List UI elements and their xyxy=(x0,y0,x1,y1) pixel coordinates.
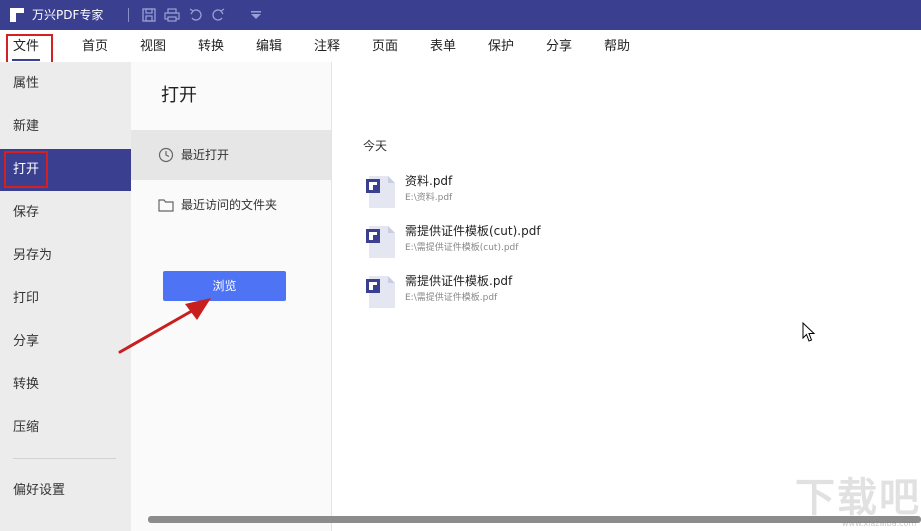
menu-edit[interactable]: 编辑 xyxy=(256,38,282,55)
watermark-logo: 下载吧 xyxy=(795,475,921,521)
menu-share[interactable]: 分享 xyxy=(546,38,572,55)
file-path: E:\需提供证件模板.pdf xyxy=(405,293,498,303)
option-recent-open[interactable]: 最近打开 xyxy=(131,130,331,180)
option-recent-folders[interactable]: 最近访问的文件夹 xyxy=(131,180,331,230)
sidebar-item-new[interactable]: 新建 xyxy=(0,106,131,148)
save-icon[interactable] xyxy=(141,7,157,23)
menu-home[interactable]: 首页 xyxy=(82,38,108,55)
recent-file-item[interactable]: 需提供证件模板(cut).pdf E:\需提供证件模板(cut).pdf xyxy=(363,224,663,265)
titlebar-divider xyxy=(128,8,129,22)
clock-icon xyxy=(158,147,174,163)
app-logo-icon xyxy=(10,8,24,22)
sidebar-divider xyxy=(13,458,116,459)
file-name: 资料.pdf xyxy=(405,174,453,188)
file-name: 需提供证件模板(cut).pdf xyxy=(405,224,541,238)
customize-dropdown-icon[interactable] xyxy=(248,7,264,23)
menu-convert[interactable]: 转换 xyxy=(198,38,224,55)
menu-comment[interactable]: 注释 xyxy=(314,38,340,55)
watermark-url: www.xiazaiba.com xyxy=(842,519,917,528)
sidebar-item-properties[interactable]: 属性 xyxy=(0,63,131,105)
file-path: E:\需提供证件模板(cut).pdf xyxy=(405,243,519,253)
menu-page[interactable]: 页面 xyxy=(372,38,398,55)
menu-help[interactable]: 帮助 xyxy=(604,38,630,55)
title-bar: 万兴PDF专家 xyxy=(0,0,921,30)
recent-file-item[interactable]: 需提供证件模板.pdf E:\需提供证件模板.pdf xyxy=(363,274,663,315)
pdf-file-icon xyxy=(366,176,395,208)
menu-bar: 文件 首页 视图 转换 编辑 注释 页面 表单 保护 分享 帮助 xyxy=(0,30,921,62)
folder-icon xyxy=(158,199,174,212)
app-title: 万兴PDF专家 xyxy=(32,8,104,22)
mouse-cursor-icon xyxy=(802,322,816,342)
sidebar-item-save[interactable]: 保存 xyxy=(0,192,131,234)
open-item-highlight xyxy=(4,151,48,188)
sidebar-item-print[interactable]: 打印 xyxy=(0,278,131,320)
sidebar-item-share[interactable]: 分享 xyxy=(0,321,131,363)
sidebar-item-convert[interactable]: 转换 xyxy=(0,364,131,406)
option-recent-folders-label: 最近访问的文件夹 xyxy=(181,198,278,212)
sidebar-item-compress[interactable]: 压缩 xyxy=(0,407,131,449)
menu-form[interactable]: 表单 xyxy=(430,38,456,55)
annotation-arrow-icon xyxy=(118,298,211,354)
file-menu-highlight xyxy=(6,34,53,64)
menu-protect[interactable]: 保护 xyxy=(488,38,514,55)
recent-file-item[interactable]: 资料.pdf E:\资料.pdf xyxy=(363,174,663,215)
option-recent-open-label: 最近打开 xyxy=(181,148,230,162)
file-name: 需提供证件模板.pdf xyxy=(405,274,513,288)
file-sidebar: 属性 新建 打开 保存 另存为 打印 分享 转换 压缩 偏好设置 xyxy=(0,62,131,531)
file-path: E:\资料.pdf xyxy=(405,193,453,203)
recent-section-today: 今天 xyxy=(363,139,388,153)
pdf-file-icon xyxy=(366,276,395,308)
undo-icon[interactable] xyxy=(188,7,204,23)
sidebar-item-save-as[interactable]: 另存为 xyxy=(0,235,131,277)
print-icon[interactable] xyxy=(164,7,180,23)
redo-icon[interactable] xyxy=(210,7,226,23)
pdf-file-icon xyxy=(366,226,395,258)
sidebar-item-preferences[interactable]: 偏好设置 xyxy=(0,470,131,512)
page-title: 打开 xyxy=(161,85,197,106)
menu-view[interactable]: 视图 xyxy=(140,38,166,55)
